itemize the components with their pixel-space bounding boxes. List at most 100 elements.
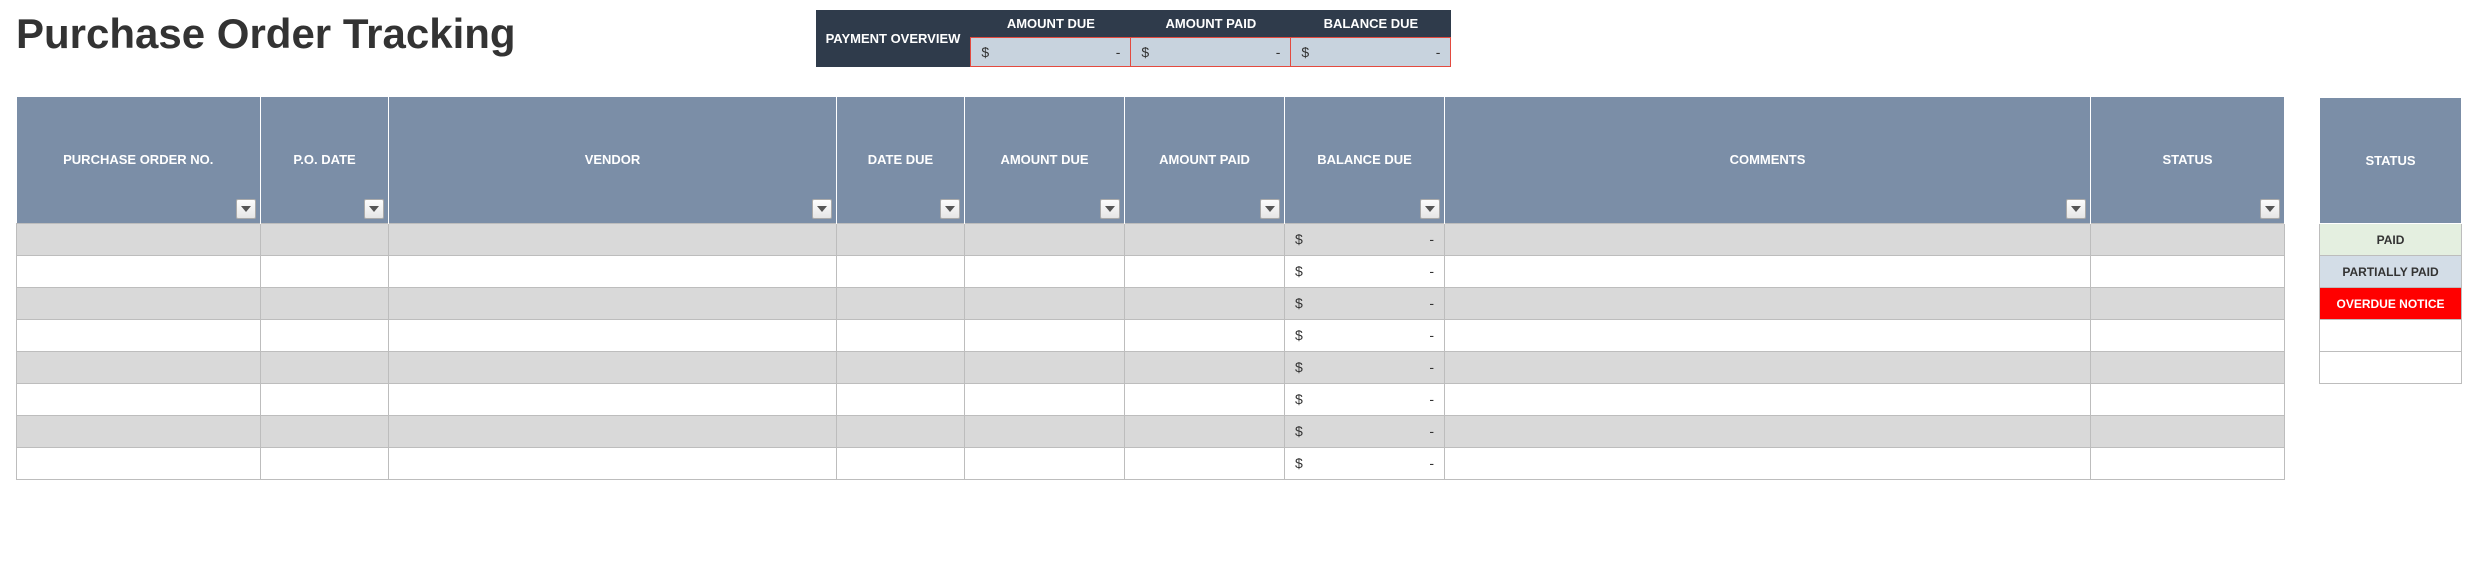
table-cell[interactable]: $- — [1285, 447, 1445, 479]
table-cell[interactable] — [1445, 255, 2091, 287]
currency-symbol: $ — [1295, 391, 1303, 407]
table-cell[interactable] — [2091, 319, 2285, 351]
table-cell[interactable] — [837, 255, 965, 287]
table-cell[interactable] — [389, 255, 837, 287]
table-cell[interactable] — [1445, 287, 2091, 319]
overview-value-balance-due: $ - — [1291, 38, 1451, 67]
table-cell[interactable] — [2091, 415, 2285, 447]
column-header-label: AMOUNT DUE — [1000, 152, 1088, 167]
table-cell[interactable] — [261, 319, 389, 351]
table-cell[interactable] — [1445, 383, 2091, 415]
table-cell[interactable] — [965, 223, 1125, 255]
table-cell[interactable] — [389, 319, 837, 351]
table-cell[interactable] — [261, 447, 389, 479]
table-cell[interactable] — [389, 287, 837, 319]
table-cell[interactable] — [2091, 383, 2285, 415]
table-cell[interactable] — [17, 383, 261, 415]
table-cell[interactable]: $- — [1285, 351, 1445, 383]
column-header-label: VENDOR — [585, 152, 641, 167]
legend-item: PAID — [2320, 224, 2462, 256]
column-header-label: PURCHASE ORDER NO. — [63, 152, 213, 167]
table-cell[interactable] — [389, 415, 837, 447]
table-cell[interactable] — [17, 351, 261, 383]
table-cell[interactable] — [1125, 255, 1285, 287]
page-title: Purchase Order Tracking — [16, 10, 516, 58]
table-cell[interactable] — [965, 351, 1125, 383]
table-cell[interactable] — [389, 223, 837, 255]
currency-amount: - — [1429, 391, 1434, 407]
table-cell[interactable] — [1125, 351, 1285, 383]
legend-item — [2320, 352, 2462, 384]
table-cell[interactable] — [17, 223, 261, 255]
table-cell[interactable] — [17, 287, 261, 319]
column-header: STATUS — [2091, 97, 2285, 223]
table-cell[interactable] — [261, 255, 389, 287]
table-cell[interactable] — [837, 351, 965, 383]
table-cell[interactable] — [837, 319, 965, 351]
currency-symbol: $ — [1295, 455, 1303, 471]
filter-dropdown-button[interactable] — [812, 199, 832, 219]
table-cell[interactable] — [1125, 223, 1285, 255]
table-cell[interactable] — [837, 415, 965, 447]
table-cell[interactable]: $- — [1285, 287, 1445, 319]
table-cell[interactable]: $- — [1285, 415, 1445, 447]
table-cell[interactable]: $- — [1285, 223, 1445, 255]
table-cell[interactable] — [1445, 351, 2091, 383]
table-cell[interactable] — [261, 351, 389, 383]
filter-dropdown-button[interactable] — [1260, 199, 1280, 219]
table-cell[interactable] — [2091, 447, 2285, 479]
table-cell[interactable]: $- — [1285, 255, 1445, 287]
table-cell[interactable] — [837, 447, 965, 479]
table-cell[interactable] — [965, 287, 1125, 319]
table-cell[interactable] — [17, 447, 261, 479]
legend-header: STATUS — [2320, 98, 2462, 224]
column-header: VENDOR — [389, 97, 837, 223]
table-cell[interactable] — [261, 415, 389, 447]
table-cell[interactable] — [389, 447, 837, 479]
filter-dropdown-button[interactable] — [364, 199, 384, 219]
filter-dropdown-button[interactable] — [236, 199, 256, 219]
table-cell[interactable] — [965, 415, 1125, 447]
table-cell[interactable] — [17, 255, 261, 287]
table-cell[interactable] — [1125, 383, 1285, 415]
table-cell[interactable] — [965, 383, 1125, 415]
table-cell[interactable] — [261, 383, 389, 415]
table-row: $- — [17, 319, 2285, 351]
table-cell[interactable] — [389, 351, 837, 383]
table-cell[interactable] — [17, 319, 261, 351]
filter-dropdown-button[interactable] — [940, 199, 960, 219]
filter-dropdown-button[interactable] — [1100, 199, 1120, 219]
filter-dropdown-button[interactable] — [2066, 199, 2086, 219]
table-cell[interactable] — [1125, 415, 1285, 447]
filter-dropdown-button[interactable] — [2260, 199, 2280, 219]
table-cell[interactable] — [2091, 351, 2285, 383]
currency-amount: - — [1429, 295, 1434, 311]
table-cell[interactable] — [837, 223, 965, 255]
table-cell[interactable] — [1445, 447, 2091, 479]
table-cell[interactable] — [2091, 255, 2285, 287]
table-cell[interactable] — [2091, 223, 2285, 255]
table-cell[interactable] — [965, 319, 1125, 351]
table-cell[interactable] — [261, 287, 389, 319]
table-cell[interactable] — [261, 223, 389, 255]
table-cell[interactable] — [1445, 319, 2091, 351]
table-cell[interactable] — [837, 287, 965, 319]
column-header: DATE DUE — [837, 97, 965, 223]
table-cell[interactable] — [965, 447, 1125, 479]
table-cell[interactable] — [1125, 287, 1285, 319]
table-cell[interactable] — [2091, 287, 2285, 319]
table-cell[interactable] — [1125, 319, 1285, 351]
table-cell[interactable]: $- — [1285, 319, 1445, 351]
filter-dropdown-button[interactable] — [1420, 199, 1440, 219]
table-cell[interactable] — [965, 255, 1125, 287]
table-cell[interactable]: $- — [1285, 383, 1445, 415]
table-cell[interactable] — [17, 415, 261, 447]
table-cell[interactable] — [389, 383, 837, 415]
table-cell[interactable] — [1445, 415, 2091, 447]
table-row: $- — [17, 351, 2285, 383]
currency-symbol: $ — [1295, 231, 1303, 247]
table-cell[interactable] — [1445, 223, 2091, 255]
table-cell[interactable] — [837, 383, 965, 415]
currency-amount: - — [1116, 44, 1121, 60]
table-cell[interactable] — [1125, 447, 1285, 479]
